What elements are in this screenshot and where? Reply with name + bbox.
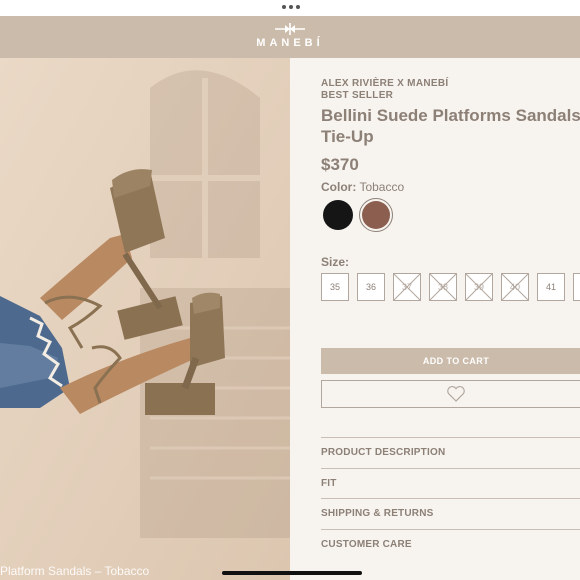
best-seller-badge: BEST SELLER [321,90,394,101]
size-option-unavailable[interactable]: 38 [429,273,457,301]
size-option[interactable]: 41 [537,273,565,301]
product-details-panel: ALEX RIVIÈRE X MANEBÍ BEST SELLER Bellin… [290,58,580,580]
swatch-tobacco-fill [362,201,390,229]
size-option-unavailable[interactable]: 37 [393,273,421,301]
strikethrough-icon [502,274,528,300]
accordion-customer-care[interactable]: CUSTOMER CARE [321,529,580,559]
heart-icon [447,386,465,402]
size-option-unavailable[interactable]: 39 [465,273,493,301]
size-label: Size: [321,255,350,269]
multitasking-dots-icon[interactable] [282,5,300,9]
strikethrough-icon [394,274,420,300]
swatch-black[interactable] [323,200,353,230]
size-option-unavailable[interactable]: 40 [501,273,529,301]
size-option[interactable]: 35 [321,273,349,301]
product-price: $370 [321,155,359,174]
size-label-text: 36 [365,282,376,292]
wishlist-button[interactable] [321,380,580,408]
color-selection-label: Color: Tobacco [321,180,404,194]
size-label-text: 41 [545,282,556,292]
sandals-photo [0,58,290,580]
product-title: Bellini Suede Platforms Sandals Tie-Up [321,105,580,147]
strikethrough-icon [430,274,456,300]
size-option[interactable]: 42 [573,273,580,301]
size-label-text: 35 [329,282,340,292]
status-bar [0,0,580,16]
cross-sun-logo-icon [275,23,305,35]
collaboration-label: ALEX RIVIÈRE X MANEBÍ BEST SELLER [321,78,448,102]
color-label: Color: [321,180,357,194]
title-line-1: Bellini Suede Platforms Sandals [321,106,580,125]
title-line-2: Tie-Up [321,127,374,146]
product-hero-image[interactable]: Platform Sandals – Tobacco [0,58,290,580]
add-to-cart-button[interactable]: ADD TO CART [321,348,580,374]
collab-text: ALEX RIVIÈRE X MANEBÍ [321,78,449,89]
size-option[interactable]: 36 [357,273,385,301]
accordion-fit[interactable]: FIT [321,468,580,498]
image-caption: Platform Sandals – Tobacco [0,564,150,578]
swatch-tobacco-selected[interactable] [359,198,393,232]
brand-name: MANEBÍ [256,37,324,49]
brand-header: MANEBÍ [0,16,580,58]
home-indicator[interactable] [222,571,362,575]
brand-logo[interactable]: MANEBÍ [240,22,340,54]
color-value: Tobacco [359,180,405,194]
strikethrough-icon [466,274,492,300]
size-selector: 35 36 37 38 39 40 41 42 [321,273,580,301]
accordion-product-description[interactable]: PRODUCT DESCRIPTION [321,437,580,467]
accordion-shipping-returns[interactable]: SHIPPING & RETURNS [321,498,580,528]
